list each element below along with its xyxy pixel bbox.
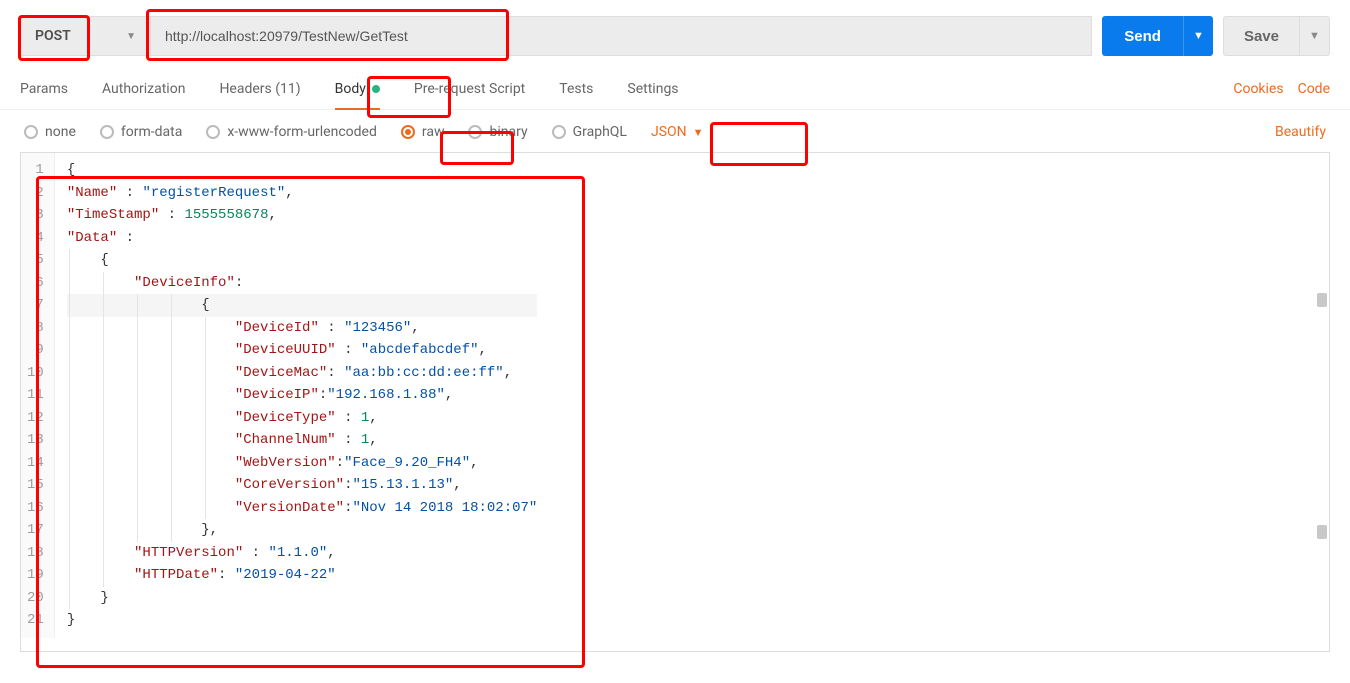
code-line[interactable]: { — [67, 159, 538, 182]
body-type-none[interactable]: none — [24, 124, 76, 140]
tab-tests[interactable]: Tests — [559, 68, 593, 109]
body-type-form-data[interactable]: form-data — [100, 124, 182, 140]
code-line[interactable]: "TimeStamp" : 1555558678, — [67, 204, 538, 227]
chevron-down-icon: ▼ — [126, 31, 136, 42]
code-line[interactable]: "DeviceIP":"192.168.1.88", — [67, 384, 538, 407]
http-method-label: POST — [35, 28, 71, 44]
url-input[interactable] — [150, 16, 1092, 56]
body-type-x-www-form-urlencoded[interactable]: x-www-form-urlencoded — [206, 124, 377, 140]
code-line[interactable]: }, — [67, 519, 538, 542]
code-line[interactable]: "DeviceMac": "aa:bb:cc:dd:ee:ff", — [67, 362, 538, 385]
tab-label: Params — [20, 81, 68, 97]
tab-settings[interactable]: Settings — [627, 68, 678, 109]
code-line[interactable]: { — [67, 249, 538, 272]
radio-icon — [401, 125, 415, 139]
send-options-button[interactable]: ▼ — [1183, 16, 1213, 56]
tab-label: Headers (11) — [219, 81, 300, 97]
radio-icon — [24, 125, 38, 139]
beautify-link[interactable]: Beautify — [1275, 124, 1326, 140]
code-line[interactable]: "CoreVersion":"15.13.1.13", — [67, 474, 538, 497]
radio-label: raw — [422, 124, 445, 140]
tab-label: Pre-request Script — [414, 81, 525, 97]
save-options-button[interactable]: ▼ — [1300, 16, 1330, 56]
radio-label: form-data — [121, 124, 182, 140]
radio-icon — [206, 125, 220, 139]
tab-label: Body — [335, 81, 366, 97]
tab-body[interactable]: Body — [335, 68, 380, 109]
code-line[interactable]: } — [67, 609, 538, 632]
code-link[interactable]: Code — [1298, 81, 1330, 97]
body-type-GraphQL[interactable]: GraphQL — [552, 124, 627, 140]
code-editor[interactable]: 123456789101112131415161718192021 {"Name… — [20, 152, 1330, 652]
radio-icon — [468, 125, 482, 139]
code-line[interactable]: "HTTPVersion" : "1.1.0", — [67, 542, 538, 565]
code-line[interactable]: "DeviceUUID" : "abcdefabcdef", — [67, 339, 538, 362]
cookies-link[interactable]: Cookies — [1233, 81, 1283, 97]
code-line[interactable]: "Name" : "registerRequest", — [67, 182, 538, 205]
modified-dot-icon — [372, 85, 380, 93]
tab-label: Authorization — [102, 81, 185, 97]
code-line[interactable]: "HTTPDate": "2019-04-22" — [67, 564, 538, 587]
scrollbar-thumb-lower[interactable] — [1317, 525, 1327, 539]
radio-label: x-www-form-urlencoded — [227, 124, 377, 140]
body-type-binary[interactable]: binary — [468, 124, 527, 140]
code-line[interactable]: "Data" : — [67, 227, 538, 250]
code-line[interactable]: "ChannelNum" : 1, — [67, 429, 538, 452]
save-button[interactable]: Save — [1223, 16, 1300, 56]
code-line[interactable]: "DeviceType" : 1, — [67, 407, 538, 430]
radio-label: GraphQL — [573, 124, 627, 140]
code-line[interactable]: "VersionDate":"Nov 14 2018 18:02:07" — [67, 497, 538, 520]
scrollbar-thumb-upper[interactable] — [1317, 293, 1327, 307]
raw-format-select[interactable]: JSON ▼ — [651, 124, 704, 140]
tab-label: Settings — [627, 81, 678, 97]
code-line[interactable]: } — [67, 587, 538, 610]
chevron-down-icon: ▼ — [693, 126, 704, 139]
tab-headers-11[interactable]: Headers (11) — [219, 68, 300, 109]
http-method-select[interactable]: POST ▼ — [20, 16, 150, 56]
code-line[interactable]: "DeviceId" : "123456", — [67, 317, 538, 340]
code-line[interactable]: "WebVersion":"Face_9.20_FH4", — [67, 452, 538, 475]
radio-label: binary — [489, 124, 527, 140]
scrollbar-track — [1317, 153, 1327, 651]
tab-authorization[interactable]: Authorization — [102, 68, 185, 109]
code-line[interactable]: { — [67, 294, 538, 317]
tab-pre-request-script[interactable]: Pre-request Script — [414, 68, 525, 109]
code-line[interactable]: "DeviceInfo": — [67, 272, 538, 295]
send-button[interactable]: Send — [1102, 16, 1183, 56]
radio-label: none — [45, 124, 76, 140]
radio-icon — [552, 125, 566, 139]
line-number-gutter: 123456789101112131415161718192021 — [21, 153, 55, 638]
body-type-raw[interactable]: raw — [401, 124, 445, 140]
tab-label: Tests — [559, 81, 593, 97]
tab-params[interactable]: Params — [20, 68, 68, 109]
raw-format-label: JSON — [651, 124, 687, 140]
radio-icon — [100, 125, 114, 139]
